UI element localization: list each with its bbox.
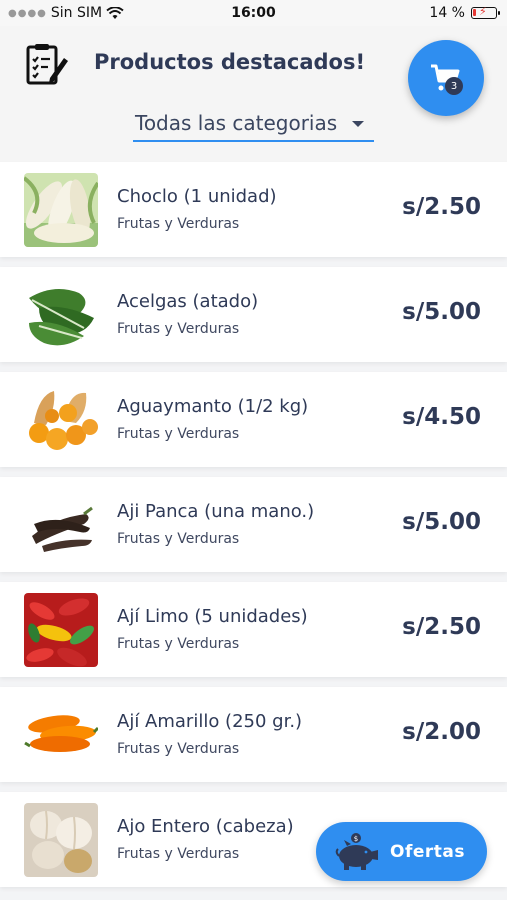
- product-category: Frutas y Verduras: [117, 636, 240, 652]
- product-list: Choclo (1 unidad) Frutas y Verduras s/2.…: [0, 162, 507, 897]
- product-image-garlic: [24, 803, 98, 877]
- product-price: s/2.00: [402, 719, 481, 745]
- product-name: Ají Amarillo (250 gr.): [117, 711, 303, 732]
- product-category: Frutas y Verduras: [117, 216, 240, 232]
- chevron-down-icon: [352, 121, 364, 127]
- category-selected-value: Todas las categorias: [135, 111, 338, 135]
- offers-label: Ofertas: [390, 841, 465, 862]
- product-name: Ají Limo (5 unidades): [117, 606, 308, 627]
- offers-button[interactable]: $ Ofertas: [316, 822, 487, 881]
- product-category: Frutas y Verduras: [117, 531, 240, 547]
- battery-icon: ⚡: [471, 5, 500, 19]
- category-dropdown[interactable]: Todas las categorias: [133, 106, 374, 142]
- product-name: Aji Panca (una mano.): [117, 501, 315, 522]
- checklist-edit-icon[interactable]: [24, 42, 70, 88]
- page-title: Productos destacados!: [94, 50, 366, 74]
- product-name: Choclo (1 unidad): [117, 186, 277, 207]
- product-item-choclo[interactable]: Choclo (1 unidad) Frutas y Verduras s/2.…: [0, 162, 507, 257]
- product-price: s/4.50: [402, 404, 481, 430]
- product-item-acelgas[interactable]: Acelgas (atado) Frutas y Verduras s/5.00: [0, 267, 507, 362]
- product-image-yellow-peppers: [24, 698, 98, 772]
- product-image-dried-pepper: [24, 488, 98, 562]
- product-item-aji-amarillo[interactable]: Ají Amarillo (250 gr.) Frutas y Verduras…: [0, 687, 507, 782]
- product-item-aguaymanto[interactable]: Aguaymanto (1/2 kg) Frutas y Verduras s/…: [0, 372, 507, 467]
- product-category: Frutas y Verduras: [117, 426, 240, 442]
- product-image-chard: [24, 278, 98, 352]
- battery-status: 14 % ⚡: [429, 5, 500, 21]
- product-category: Frutas y Verduras: [117, 321, 240, 337]
- product-price: s/2.50: [402, 194, 481, 220]
- product-price: s/5.00: [402, 509, 481, 535]
- battery-percent: 14 %: [429, 5, 465, 21]
- status-bar: ●●●● Sin SIM 16:00 14 % ⚡: [0, 0, 507, 26]
- page-header: Productos destacados! 3 Todas las catego…: [0, 26, 507, 162]
- product-category: Frutas y Verduras: [117, 741, 240, 757]
- product-item-aji-panca[interactable]: Aji Panca (una mano.) Frutas y Verduras …: [0, 477, 507, 572]
- product-category: Frutas y Verduras: [117, 846, 240, 862]
- product-price: s/5.00: [402, 299, 481, 325]
- product-item-aji-limo[interactable]: Ají Limo (5 unidades) Frutas y Verduras …: [0, 582, 507, 677]
- product-image-limo-peppers: [24, 593, 98, 667]
- product-image-corn: [24, 173, 98, 247]
- cart-button[interactable]: 3: [408, 40, 484, 116]
- charging-bolt-icon: ⚡: [479, 5, 487, 18]
- product-name: Aguaymanto (1/2 kg): [117, 396, 309, 417]
- product-image-goldenberry: [24, 383, 98, 457]
- product-name: Ajo Entero (cabeza): [117, 816, 294, 837]
- piggy-bank-icon: $: [335, 832, 378, 870]
- svg-text:$: $: [354, 835, 358, 843]
- product-name: Acelgas (atado): [117, 291, 259, 312]
- product-price: s/2.50: [402, 614, 481, 640]
- cart-count-badge: 3: [445, 77, 463, 95]
- battery-level-fill: [473, 9, 476, 16]
